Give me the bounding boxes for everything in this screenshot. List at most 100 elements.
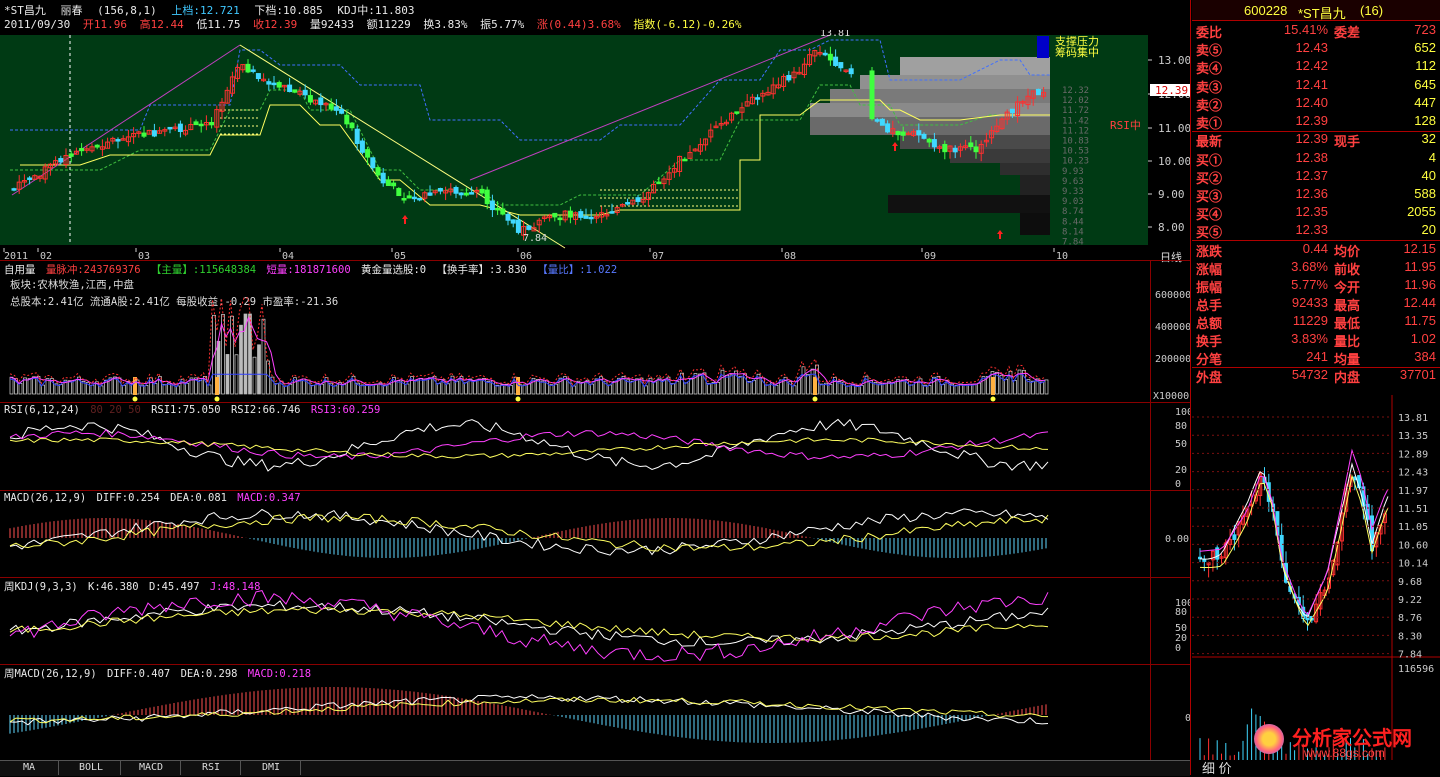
rsi-axis-label: 50 <box>1175 439 1187 450</box>
volume-bar <box>1044 379 1049 395</box>
quote-row-value: 11229 <box>1292 313 1328 328</box>
macd-chart[interactable]: 0.00 <box>0 491 1190 577</box>
tab-ma[interactable]: MA <box>0 761 59 775</box>
volume-bar <box>257 344 261 395</box>
candle-body <box>250 69 256 72</box>
quote-panel-header: 600228 *ST昌九 (16) <box>1192 0 1440 21</box>
price-axis-label: 8.00 <box>1158 221 1185 234</box>
chip-scale-label: 12.32 <box>1062 86 1089 96</box>
candle-body <box>68 153 74 157</box>
volume-bar <box>374 383 378 395</box>
quote-row-value: 12.35 <box>1295 204 1328 219</box>
quote-row: 买② 12.37 40 <box>1196 168 1436 186</box>
rsi-tag: RSI中 <box>1110 119 1141 132</box>
wmacd-axis: 0 <box>1185 713 1190 724</box>
chip-scale-label: 11.72 <box>1062 106 1089 116</box>
volume-bar <box>581 381 585 395</box>
volume-bar <box>954 385 959 395</box>
mini-axis-label: 11.51 <box>1398 504 1428 515</box>
candle-body <box>333 106 339 111</box>
mini-axis-label: 12.89 <box>1398 449 1428 460</box>
mini-vol-label: 116596 <box>1398 664 1434 675</box>
volume-axis-label: 600000 <box>1155 290 1190 301</box>
candle-body <box>557 217 563 221</box>
candle-body <box>588 216 594 220</box>
candle-body <box>453 186 459 194</box>
candle-body <box>625 202 631 205</box>
candle-body <box>79 148 85 152</box>
chip-scale-label: 9.63 <box>1062 177 1084 187</box>
candle-body <box>370 157 376 169</box>
chip-scale-label: 8.14 <box>1062 227 1084 237</box>
candle-body <box>396 188 402 197</box>
quote-row: 卖⑤ 12.43 652 <box>1196 40 1436 58</box>
candle-body <box>245 63 251 73</box>
volume-bar <box>342 384 347 395</box>
volume-bar <box>396 380 401 395</box>
price-axis-label: 13.00 <box>1158 54 1190 67</box>
tab-dmi[interactable]: DMI <box>242 761 301 775</box>
tab-rsi[interactable]: RSI <box>182 761 241 775</box>
candle-body <box>567 210 573 218</box>
candle-body <box>209 121 215 126</box>
tick-detail-label[interactable]: 细 价 <box>1202 758 1232 777</box>
quote-row-value: 0.44 <box>1302 241 1328 256</box>
volume-bar <box>428 377 432 395</box>
candle-body <box>27 177 33 180</box>
volume-bar <box>801 366 806 395</box>
volume-bar <box>1004 378 1008 395</box>
quote-row-value2: 652 <box>1414 40 1436 55</box>
tab-macd[interactable]: MACD <box>122 761 181 775</box>
volume-bar <box>792 385 797 395</box>
candle-body <box>526 225 532 230</box>
intraday-mini-chart[interactable]: 13.81 13.35 12.89 12.43 11.97 11.51 11.05 10.60… <box>1192 395 1440 760</box>
volume-bar <box>284 385 288 395</box>
mini-candle-body <box>1202 559 1207 562</box>
watermark-url: www.88gs.com <box>1304 746 1385 760</box>
rsi-axis-label: 0 <box>1175 479 1181 490</box>
mini-axis-label: 8.76 <box>1398 613 1422 624</box>
tab-boll[interactable]: BOLL <box>62 761 121 775</box>
candle-body <box>926 138 932 143</box>
quote-row-label: 买④ <box>1196 207 1223 222</box>
volume-bar <box>941 384 945 395</box>
quote-row-value: 12.38 <box>1295 150 1328 165</box>
volume-bar <box>207 384 212 395</box>
volume-bar <box>846 385 851 395</box>
volume-unit: X10000 <box>1153 391 1189 402</box>
volume-bar <box>252 356 257 395</box>
volume-bar <box>981 376 986 395</box>
candle-body <box>318 97 324 106</box>
quote-row-label: 买⑤ <box>1196 225 1223 240</box>
quote-row-value: 12.36 <box>1295 186 1328 201</box>
rsi-chart[interactable]: 100 80 50 20 0 <box>0 403 1190 490</box>
stock-title: *ST昌九 <box>1298 6 1346 21</box>
volume-bar <box>644 385 648 395</box>
right-panel-divider <box>1190 0 1191 775</box>
volume-bar <box>725 375 729 395</box>
volume-chart[interactable]: 600000 400000 200000 X10000 <box>0 262 1190 402</box>
candle-body <box>609 211 615 214</box>
candle-body <box>271 82 277 86</box>
quote-row: 涨幅 3.68% 前收 11.95 <box>1196 259 1436 277</box>
price-axis-label: 9.00 <box>1158 188 1185 201</box>
candle-body <box>469 192 475 195</box>
volume-dot <box>990 396 996 402</box>
quote-row-value2: 588 <box>1414 186 1436 201</box>
volume-bar <box>968 383 972 395</box>
wmacd-chart[interactable]: 0 <box>0 665 1190 760</box>
wkdj-axis-label: 80 <box>1175 607 1187 618</box>
candle-body <box>198 123 204 127</box>
candle-body <box>411 196 417 200</box>
quote-row-label: 分笔 <box>1196 352 1223 367</box>
volume-bar <box>684 382 689 395</box>
candle-body <box>375 167 381 176</box>
candle-body <box>359 140 365 153</box>
candle-body <box>11 188 17 191</box>
volume-bar <box>806 374 810 395</box>
quote-row-value: 12.33 <box>1295 222 1328 237</box>
quote-row-value: 12.41 <box>1295 77 1328 92</box>
wkdj-chart[interactable]: 1008050200 <box>0 578 1190 664</box>
candle-body <box>385 179 391 186</box>
main-kline-chart[interactable]: 支撑压力 筹码集中 13.81 7.84 RSI中 13.0012.0011.0… <box>0 30 1190 260</box>
